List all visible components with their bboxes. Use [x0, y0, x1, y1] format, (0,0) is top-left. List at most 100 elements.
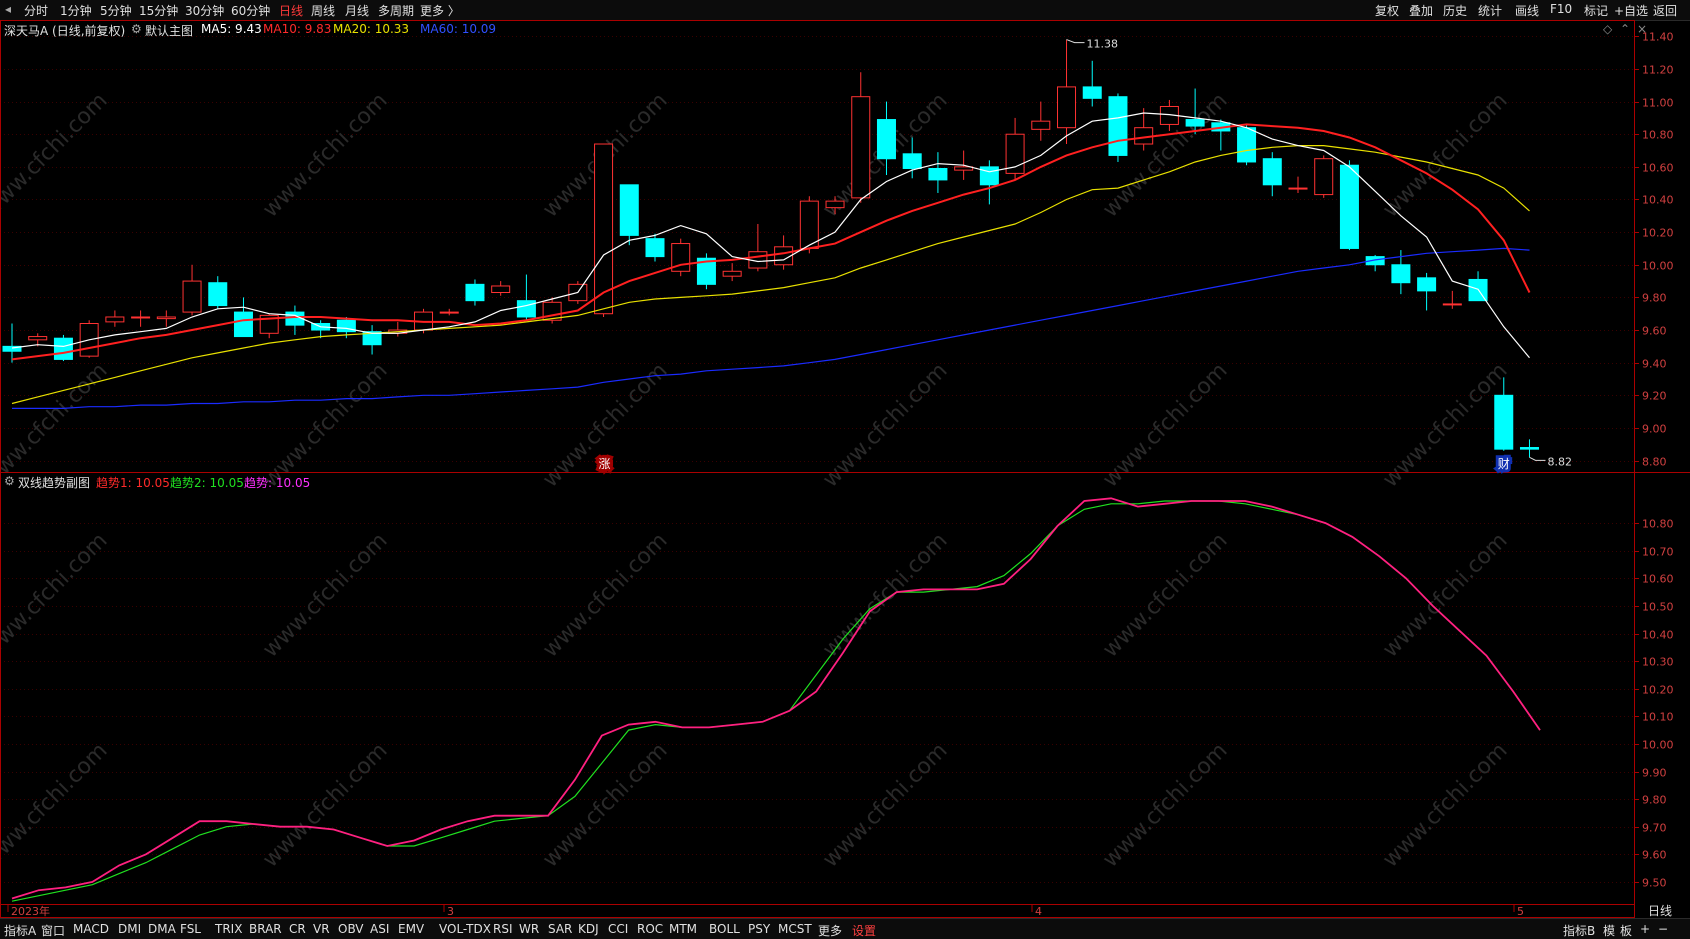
indicator-tab-9[interactable]: VR: [313, 922, 330, 936]
watermark-text: www.cfchi.com: [1098, 528, 1232, 662]
candle-body[interactable]: [1237, 127, 1257, 163]
kline-chart[interactable]: www.cfchi.com www.cfchi.com www.cfchi.com w…: [0, 0, 1690, 938]
watermark-text: www.cfchi.com: [538, 528, 672, 662]
candle-body[interactable]: [233, 311, 253, 338]
candle-body[interactable]: [1082, 86, 1102, 99]
limit-up-badge[interactable]: 涨: [596, 453, 614, 474]
candle-body[interactable]: [1442, 303, 1462, 306]
candle-body[interactable]: [594, 143, 614, 315]
indicator-tab-12[interactable]: EMV: [398, 922, 424, 936]
indicator-tab-4[interactable]: DMA: [148, 922, 176, 936]
candle-body[interactable]: [1288, 187, 1308, 190]
candle-body[interactable]: [902, 153, 922, 169]
close-icon[interactable]: ×: [1637, 22, 1647, 36]
candle-body[interactable]: [208, 282, 228, 307]
indicator-tab-21[interactable]: BOLL: [709, 922, 740, 936]
finance-badge[interactable]: 财: [1495, 454, 1513, 474]
watermark-text: www.cfchi.com: [818, 528, 952, 662]
trend1-value: 趋势1: 10.05: [96, 476, 170, 490]
date-label: 4: [1035, 905, 1042, 918]
indicator-tab-17[interactable]: KDJ: [578, 922, 599, 936]
candle-body[interactable]: [851, 96, 871, 199]
indicator-tab-8[interactable]: CR: [289, 922, 306, 936]
trend-lines: [11, 497, 1541, 902]
template-gear-icon[interactable]: ⚙: [131, 22, 142, 36]
candle-body[interactable]: [619, 184, 639, 236]
main-ytick-label: 10.20: [1642, 227, 1674, 240]
candle-body[interactable]: [645, 238, 665, 258]
main-ytick-label: 9.20: [1642, 390, 1667, 403]
indicator-tab-10[interactable]: OBV: [338, 922, 364, 936]
expand-icon[interactable]: ⌃: [1620, 22, 1630, 36]
indicator-tab-0[interactable]: 指标A: [4, 922, 36, 939]
bottom-right-tool-2[interactable]: 板: [1620, 922, 1632, 939]
candle-body[interactable]: [1494, 394, 1514, 450]
template-name[interactable]: 默认主图: [145, 22, 193, 39]
indicator-tab-24[interactable]: 更多: [818, 922, 842, 939]
candle-body[interactable]: [1314, 158, 1334, 196]
indicator-tab-25[interactable]: 设置: [852, 922, 876, 939]
indicator-tab-14[interactable]: RSI: [493, 922, 513, 936]
indicator-toolbar: 指标A 窗口 MACD DMI DMA FSL TRIX BRAR CR VR OBV ASI EMV V…: [0, 918, 1690, 939]
candle-body[interactable]: [1519, 447, 1539, 450]
candle-body[interactable]: [439, 311, 459, 314]
candle-body[interactable]: [156, 316, 176, 320]
candle-body[interactable]: [1391, 264, 1411, 284]
main-ytick-label: 10.80: [1642, 129, 1674, 142]
main-ytick-label: 8.80: [1642, 456, 1667, 469]
candle-body[interactable]: [825, 200, 845, 209]
indicator-tab-15[interactable]: WR: [519, 922, 539, 936]
indicator-tab-23[interactable]: MCST: [778, 922, 812, 936]
indicator-tab-6[interactable]: TRIX: [215, 922, 242, 936]
stock-name[interactable]: 深天马A (日线,前复权): [4, 22, 125, 39]
candle-body[interactable]: [1417, 277, 1437, 292]
candle-body[interactable]: [928, 167, 948, 181]
candle-body[interactable]: [876, 119, 896, 160]
sub-ytick-label: 9.70: [1642, 822, 1667, 835]
candle-body[interactable]: [516, 300, 536, 318]
candle-body[interactable]: [28, 336, 48, 341]
sub-indicator-name[interactable]: 双线趋势副图: [18, 474, 90, 491]
indicator-tab-2[interactable]: MACD: [73, 922, 109, 936]
candle-body[interactable]: [1031, 120, 1051, 130]
candle-body[interactable]: [1339, 164, 1359, 249]
indicator-tab-16[interactable]: SAR: [548, 922, 572, 936]
indicator-tab-13[interactable]: VOL-TDX: [439, 922, 491, 936]
high-marker: [1066, 39, 1085, 44]
indicator-gear-icon[interactable]: ⚙: [4, 474, 15, 488]
candle-body[interactable]: [722, 270, 742, 277]
bottom-right-tool-3[interactable]: +: [1640, 922, 1650, 936]
candle-body[interactable]: [465, 283, 485, 302]
ma-lines: [11, 112, 1531, 409]
date-axis: 2023年 3 4 5 日线: [7, 904, 1672, 918]
main-ytick-label: 10.40: [1642, 194, 1674, 207]
indicator-tab-1[interactable]: 窗口: [41, 922, 65, 939]
indicator-tab-19[interactable]: ROC: [637, 922, 663, 936]
diamond-icon[interactable]: ◇: [1603, 22, 1612, 36]
date-label: 2023年: [11, 904, 50, 918]
bottom-right-tool-0[interactable]: 指标B: [1563, 922, 1595, 939]
bottom-right-tool-4[interactable]: −: [1658, 922, 1668, 936]
bottom-right-tool-1[interactable]: 模: [1603, 922, 1615, 939]
candle-body[interactable]: [182, 280, 202, 313]
main-ytick-label: 10.60: [1642, 162, 1674, 175]
candle-body[interactable]: [1057, 86, 1077, 129]
candle-body[interactable]: [1108, 96, 1128, 156]
indicator-tab-7[interactable]: BRAR: [249, 922, 282, 936]
candle-body[interactable]: [53, 337, 73, 360]
indicator-tab-18[interactable]: CCI: [608, 922, 628, 936]
indicator-tab-22[interactable]: PSY: [748, 922, 770, 936]
candle-body[interactable]: [131, 316, 151, 319]
sub-ytick-label: 10.00: [1642, 739, 1674, 752]
indicator-tab-5[interactable]: FSL: [180, 922, 201, 936]
indicator-tab-20[interactable]: MTM: [669, 922, 697, 936]
indicator-tab-3[interactable]: DMI: [118, 922, 141, 936]
indicator-tab-11[interactable]: ASI: [370, 922, 389, 936]
candle-body[interactable]: [105, 316, 125, 323]
candle-body[interactable]: [1185, 119, 1205, 127]
candle-body[interactable]: [1262, 158, 1282, 186]
main-ytick-label: 11.00: [1642, 97, 1674, 110]
candle-body[interactable]: [491, 285, 511, 294]
sub-ytick-label: 9.50: [1642, 877, 1667, 890]
candle-body[interactable]: [979, 166, 999, 186]
